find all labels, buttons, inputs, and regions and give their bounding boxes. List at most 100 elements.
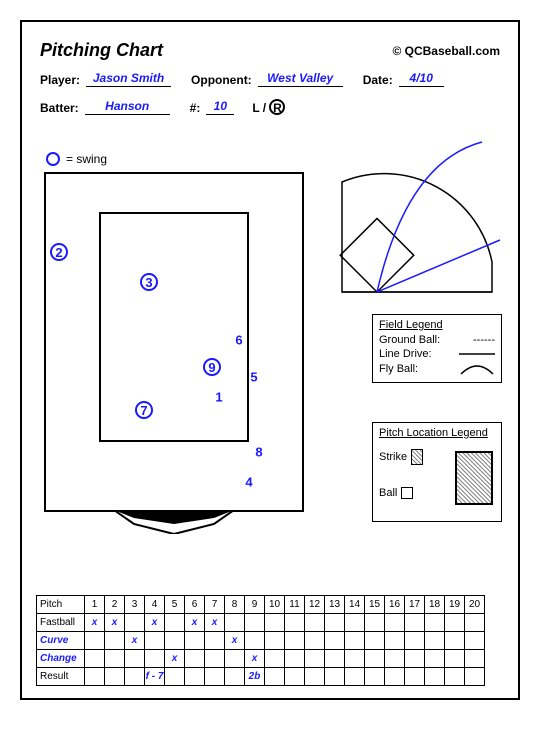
date-label: Date: <box>363 73 393 87</box>
batter-field[interactable]: Hanson <box>85 99 170 115</box>
pitch-cell[interactable] <box>465 650 485 668</box>
pitch-cell[interactable] <box>265 650 285 668</box>
pitch-cell[interactable] <box>405 632 425 650</box>
result-cell[interactable] <box>365 668 385 686</box>
pitch-cell[interactable] <box>385 650 405 668</box>
result-cell[interactable] <box>165 668 185 686</box>
result-cell[interactable] <box>345 668 365 686</box>
result-cell[interactable] <box>285 668 305 686</box>
pitch-cell[interactable] <box>105 632 125 650</box>
pitch-cell[interactable] <box>205 650 225 668</box>
result-cell[interactable] <box>185 668 205 686</box>
pitch-cell[interactable] <box>325 632 345 650</box>
pitch-cell[interactable] <box>185 632 205 650</box>
pitch-cell[interactable] <box>345 650 365 668</box>
pitch-cell[interactable] <box>205 632 225 650</box>
result-cell[interactable] <box>225 668 245 686</box>
pitch-cell[interactable] <box>145 632 165 650</box>
pitch-cell[interactable]: x <box>225 632 245 650</box>
result-cell[interactable] <box>125 668 145 686</box>
pitch-mark-1: 1 <box>215 390 222 405</box>
result-cell[interactable] <box>265 668 285 686</box>
pitch-cell[interactable] <box>385 632 405 650</box>
result-cell[interactable]: 2b <box>245 668 265 686</box>
pitch-cell[interactable] <box>285 614 305 632</box>
pitch-cell[interactable]: x <box>245 650 265 668</box>
date-field[interactable]: 4/10 <box>399 71 444 87</box>
pitch-cell[interactable]: x <box>165 650 185 668</box>
pitch-cell[interactable] <box>165 632 185 650</box>
result-cell[interactable] <box>445 668 465 686</box>
result-cell[interactable] <box>305 668 325 686</box>
pitch-cell[interactable] <box>305 650 325 668</box>
pitch-cell[interactable] <box>445 650 465 668</box>
zone-inner <box>99 212 249 442</box>
pitch-cell[interactable] <box>425 614 445 632</box>
pitch-cell[interactable] <box>445 632 465 650</box>
pitch-cell[interactable] <box>265 632 285 650</box>
pitch-cell[interactable] <box>325 650 345 668</box>
pitch-cell[interactable] <box>225 650 245 668</box>
pitch-cell[interactable] <box>405 614 425 632</box>
ground-ball-icon: ------ <box>473 334 495 346</box>
pitch-cell[interactable] <box>365 614 385 632</box>
pitch-cell[interactable] <box>285 632 305 650</box>
result-cell[interactable] <box>205 668 225 686</box>
pitch-cell[interactable]: x <box>145 614 165 632</box>
pitch-cell[interactable] <box>245 614 265 632</box>
pitch-cell[interactable] <box>345 632 365 650</box>
pitch-cell[interactable] <box>85 632 105 650</box>
result-cell[interactable] <box>85 668 105 686</box>
result-cell[interactable]: f - 7 <box>145 668 165 686</box>
result-cell[interactable] <box>325 668 345 686</box>
pitch-cell[interactable] <box>305 632 325 650</box>
col-header: 6 <box>185 596 205 614</box>
pitch-cell[interactable] <box>365 632 385 650</box>
pitch-cell[interactable] <box>245 632 265 650</box>
pitch-cell[interactable] <box>465 614 485 632</box>
pitch-cell[interactable] <box>425 650 445 668</box>
pitch-cell[interactable]: x <box>125 632 145 650</box>
pitch-cell[interactable] <box>125 614 145 632</box>
col-header: 2 <box>105 596 125 614</box>
pitch-cell[interactable]: x <box>105 614 125 632</box>
pitch-cell[interactable] <box>345 614 365 632</box>
opponent-field[interactable]: West Valley <box>258 71 343 87</box>
result-cell[interactable] <box>425 668 445 686</box>
result-cell[interactable] <box>405 668 425 686</box>
pitch-cell[interactable] <box>385 614 405 632</box>
pitch-cell[interactable] <box>465 632 485 650</box>
player-field[interactable]: Jason Smith <box>86 71 171 87</box>
result-cell[interactable] <box>105 668 125 686</box>
pitch-cell[interactable] <box>225 614 245 632</box>
pitch-cell[interactable] <box>305 614 325 632</box>
col-header: 15 <box>365 596 385 614</box>
pitch-cell[interactable] <box>365 650 385 668</box>
pitch-cell[interactable] <box>265 614 285 632</box>
pitch-cell[interactable] <box>325 614 345 632</box>
pitch-mark-9: 9 <box>203 358 221 376</box>
pitch-cell[interactable] <box>405 650 425 668</box>
pitch-cell[interactable]: x <box>185 614 205 632</box>
col-header: 13 <box>325 596 345 614</box>
pitch-cell[interactable]: x <box>85 614 105 632</box>
pitch-cell[interactable]: x <box>205 614 225 632</box>
pitch-cell[interactable] <box>185 650 205 668</box>
loc-inner-box <box>455 451 493 505</box>
info-row-2: Batter: Hanson #: 10 L / R <box>22 97 518 117</box>
pitch-cell[interactable] <box>105 650 125 668</box>
number-field[interactable]: 10 <box>206 99 234 115</box>
result-cell[interactable] <box>385 668 405 686</box>
pitch-cell[interactable] <box>85 650 105 668</box>
pitch-mark-3: 3 <box>140 273 158 291</box>
pitch-cell[interactable] <box>425 632 445 650</box>
pitch-cell[interactable] <box>145 650 165 668</box>
page-title: Pitching Chart <box>40 40 163 61</box>
pitch-mark-5: 5 <box>250 370 257 385</box>
col-header: 5 <box>165 596 185 614</box>
pitch-cell[interactable] <box>285 650 305 668</box>
pitch-cell[interactable] <box>445 614 465 632</box>
pitch-cell[interactable] <box>125 650 145 668</box>
pitch-cell[interactable] <box>165 614 185 632</box>
result-cell[interactable] <box>465 668 485 686</box>
